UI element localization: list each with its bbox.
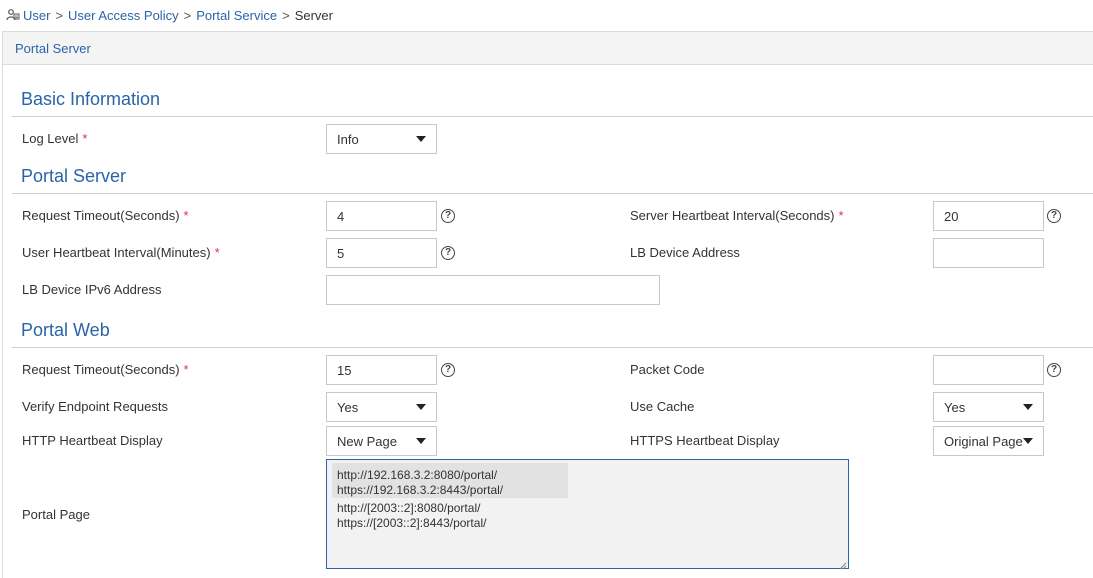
portal-page-textarea[interactable]: http://192.168.3.2:8080/portal/ https://… [326, 459, 849, 570]
use-cache-value: Yes [944, 399, 966, 415]
required-marker: * [214, 245, 220, 260]
use-cache-select[interactable]: Yes [933, 392, 1044, 422]
user-heartbeat-label-text: User Heartbeat Interval(Minutes) [22, 245, 211, 260]
user-heartbeat-input[interactable]: 5 [326, 238, 437, 268]
server-request-timeout-label: Request Timeout(Seconds) * [22, 208, 189, 223]
portal-page-line: https://[2003::2]:8443/portal/ [337, 516, 487, 530]
server-heartbeat-label-text: Server Heartbeat Interval(Seconds) [630, 208, 835, 223]
required-marker: * [183, 208, 189, 223]
lb-device-ipv6-input[interactable] [326, 275, 660, 305]
user-heartbeat-label: User Heartbeat Interval(Minutes) * [22, 245, 220, 260]
breadcrumb: User > User Access Policy > Portal Servi… [0, 0, 1093, 30]
chevron-down-icon [416, 404, 426, 410]
https-heartbeat-select[interactable]: Original Page [933, 426, 1044, 456]
help-icon[interactable]: ? [1047, 209, 1061, 223]
lb-device-address-label: LB Device Address [630, 245, 740, 260]
section-divider [12, 347, 1093, 348]
web-request-timeout-input[interactable]: 15 [326, 355, 437, 385]
server-request-timeout-label-text: Request Timeout(Seconds) [22, 208, 180, 223]
lb-device-address-input[interactable] [933, 238, 1044, 268]
required-marker: * [838, 208, 844, 223]
server-request-timeout-input[interactable]: 4 [326, 201, 437, 231]
panel-title: Portal Server [2, 31, 1093, 65]
web-request-timeout-label-text: Request Timeout(Seconds) [22, 362, 180, 377]
log-level-value: Info [337, 131, 359, 147]
help-icon[interactable]: ? [441, 363, 455, 377]
section-title-portal-web: Portal Web [21, 320, 110, 340]
help-icon[interactable]: ? [441, 246, 455, 260]
verify-endpoint-select[interactable]: Yes [326, 392, 437, 422]
section-divider [12, 193, 1093, 194]
chevron-down-icon [416, 136, 426, 142]
https-heartbeat-label: HTTPS Heartbeat Display [630, 433, 780, 448]
verify-endpoint-value: Yes [337, 399, 359, 415]
portal-page-line: http://[2003::2]:8080/portal/ [337, 501, 481, 515]
log-level-label-text: Log Level [22, 131, 79, 146]
chevron-down-icon [1023, 404, 1033, 410]
use-cache-label: Use Cache [630, 399, 695, 414]
resize-grip-icon[interactable] [839, 559, 847, 570]
breadcrumb-separator: > [183, 7, 192, 23]
section-divider [12, 116, 1093, 117]
help-icon[interactable]: ? [441, 209, 455, 223]
portal-page-line: http://192.168.3.2:8080/portal/ [337, 468, 498, 482]
section-title-portal-server: Portal Server [21, 166, 127, 186]
portal-page-label: Portal Page [22, 507, 90, 522]
chevron-down-icon [1023, 438, 1033, 444]
section-title-basic-information: Basic Information [21, 89, 161, 109]
lb-device-ipv6-label: LB Device IPv6 Address [22, 282, 162, 297]
web-request-timeout-label: Request Timeout(Seconds) * [22, 362, 189, 377]
required-marker: * [183, 362, 189, 377]
verify-endpoint-label: Verify Endpoint Requests [22, 399, 168, 414]
breadcrumb-link-user-access-policy[interactable]: User Access Policy [68, 8, 179, 23]
https-heartbeat-value: Original Page [944, 433, 1023, 449]
server-heartbeat-input[interactable]: 20 [933, 201, 1044, 231]
portal-page-line: https://192.168.3.2:8443/portal/ [337, 483, 504, 497]
log-level-select[interactable]: Info [326, 124, 437, 154]
http-heartbeat-value: New Page [337, 433, 397, 449]
server-heartbeat-label: Server Heartbeat Interval(Seconds) * [630, 208, 844, 223]
http-heartbeat-label: HTTP Heartbeat Display [22, 433, 163, 448]
log-level-label: Log Level * [22, 131, 87, 146]
chevron-down-icon [416, 438, 426, 444]
breadcrumb-separator: > [55, 7, 64, 23]
breadcrumb-separator: > [282, 7, 290, 23]
packet-code-label: Packet Code [630, 362, 705, 377]
breadcrumb-link-user[interactable]: User [23, 8, 50, 23]
user-policy-icon [6, 8, 20, 22]
breadcrumb-current: Server [294, 7, 333, 23]
help-icon[interactable]: ? [1047, 363, 1061, 377]
http-heartbeat-select[interactable]: New Page [326, 426, 437, 456]
required-marker: * [82, 131, 88, 146]
breadcrumb-link-portal-service[interactable]: Portal Service [196, 8, 277, 23]
packet-code-input[interactable] [933, 355, 1044, 385]
